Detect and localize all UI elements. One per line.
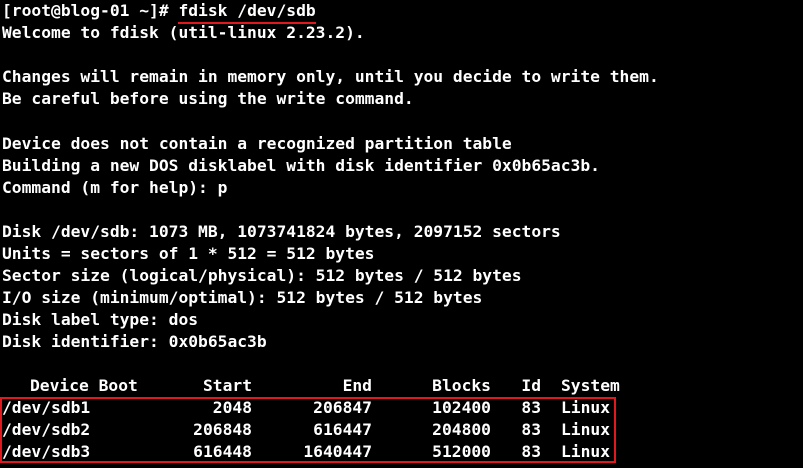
header-id: Id [521, 376, 541, 395]
partition-table-header: Device Boot Start End Blocks Id System [0, 375, 803, 397]
shell-prompt: [root@blog-01 ~]# [2, 1, 179, 20]
command-text: fdisk /dev/sdb [178, 0, 316, 25]
command-value: fdisk /dev/sdb [178, 1, 316, 20]
output-line: I/O size (minimum/optimal): 512 bytes / … [2, 288, 483, 308]
output-line: Be careful before using the write comman… [2, 89, 414, 109]
header-system: System [561, 376, 620, 395]
output-line: Units = sectors of 1 * 512 = 512 bytes [2, 244, 375, 264]
output-line: Disk label type: dos [2, 310, 199, 330]
header-start: Start [202, 376, 252, 395]
output-line: Device does not contain a recognized par… [2, 133, 512, 153]
output-line: Command (m for help): p [2, 177, 228, 197]
command-line: [root@blog-01 ~]# fdisk /dev/sdb [0, 0, 803, 25]
terminal-window[interactable]: [root@blog-01 ~]# fdisk /dev/sdb Welcome… [0, 0, 803, 468]
command-output: Welcome to fdisk (util-linux 2.23.2). Cha… [0, 22, 803, 376]
command-underline-annotation [178, 22, 316, 25]
header-blocks: Blocks [432, 376, 491, 395]
output-line: Welcome to fdisk (util-linux 2.23.2). [2, 23, 365, 43]
output-line: Building a new DOS disklabel with disk i… [2, 155, 600, 175]
partition-rows-highlight-annotation [0, 397, 616, 463]
header-end: End [342, 376, 372, 395]
output-line: Changes will remain in memory only, unti… [2, 67, 659, 87]
output-line: Disk identifier: 0x0b65ac3b [2, 332, 267, 352]
output-line: Sector size (logical/physical): 512 byte… [2, 266, 522, 286]
header-device-boot: Device Boot [30, 376, 138, 395]
output-line: Disk /dev/sdb: 1073 MB, 1073741824 bytes… [2, 221, 561, 241]
